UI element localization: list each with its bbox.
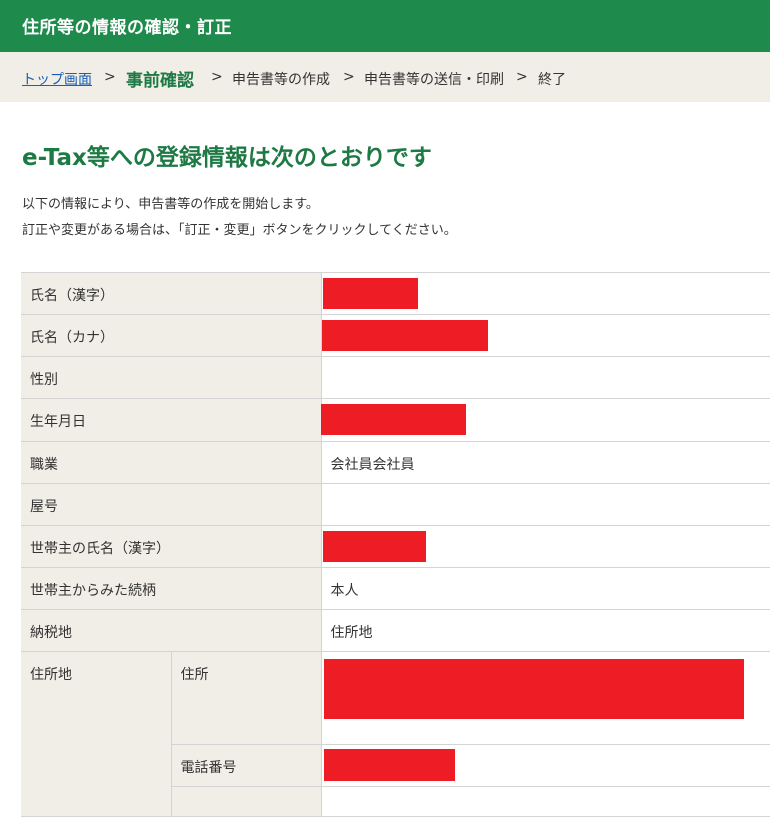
breadcrumb-step-create: 申告書等の作成 (232, 72, 330, 88)
intro-line-1: 以下の情報により、申告書等の作成を開始します。 (22, 197, 319, 212)
breadcrumb-step-finish: 終了 (538, 72, 566, 88)
row-value-tax-place: 住所地 (320, 609, 770, 652)
table-row: 氏名（カナ） (21, 314, 770, 357)
redaction-block (323, 659, 744, 719)
table-row: 住所地 住所 (21, 651, 770, 817)
table-row: 世帯主からみた続柄 本人 (21, 567, 770, 610)
row-label-cut-off (170, 786, 321, 817)
redaction-block (321, 320, 488, 351)
row-value-householder-name (320, 525, 770, 568)
row-value-occupation: 会社員会社員 (320, 441, 770, 484)
row-value-cut-off (320, 786, 770, 817)
row-label-tax-place: 納税地 (21, 609, 321, 652)
row-label-address: 住所 (170, 651, 321, 745)
redaction-block (323, 749, 455, 781)
table-row: 屋号 (21, 483, 770, 526)
breadcrumb-step-send-print: 申告書等の送信・印刷 (364, 72, 504, 88)
header-title: 住所等の情報の確認・訂正 (22, 18, 232, 38)
table-row: 納税地 住所地 (21, 609, 770, 652)
table-row: 世帯主の氏名（漢字） (21, 525, 770, 568)
redaction-block (322, 531, 426, 562)
row-value-gender (320, 356, 770, 399)
redaction-block (320, 404, 466, 435)
table-row: 氏名（漢字） (21, 272, 770, 315)
row-value-name-kana (320, 314, 770, 357)
breadcrumb-top-link[interactable]: トップ画面 (22, 69, 92, 89)
row-label-birthdate: 生年月日 (21, 398, 321, 442)
row-value-name-kanji (320, 272, 770, 315)
table-row: 生年月日 (21, 398, 770, 442)
row-value-birthdate (320, 398, 770, 442)
row-label-phone: 電話番号 (170, 744, 321, 787)
breadcrumb-separator: > (104, 69, 116, 85)
row-label-occupation: 職業 (21, 441, 321, 484)
row-label-address-group: 住所地 (21, 651, 171, 817)
row-value-householder-relation: 本人 (320, 567, 770, 610)
row-value-trade-name (320, 483, 770, 526)
breadcrumb-separator: > (343, 69, 355, 85)
row-label-householder-relation: 世帯主からみた続柄 (21, 567, 321, 610)
breadcrumb-separator: > (211, 69, 223, 85)
breadcrumb-current-step: 事前確認 (126, 71, 194, 91)
row-value-phone (320, 744, 770, 787)
breadcrumb: トップ画面 > 事前確認 > 申告書等の作成 > 申告書等の送信・印刷 > 終了 (0, 52, 770, 102)
row-label-name-kana: 氏名（カナ） (21, 314, 321, 357)
row-label-householder-name: 世帯主の氏名（漢字） (21, 525, 321, 568)
registration-info-table: 氏名（漢字） 氏名（カナ） 性別 生年月日 職業 会社員会社員 屋号 世帯主の氏… (21, 272, 770, 817)
breadcrumb-separator: > (516, 69, 528, 85)
table-row: 職業 会社員会社員 (21, 441, 770, 484)
row-label-trade-name: 屋号 (21, 483, 321, 526)
page-title: e-Tax等への登録情報は次のとおりです (22, 145, 432, 171)
redaction-block (322, 278, 418, 309)
row-value-address (320, 651, 770, 745)
table-row: 性別 (21, 356, 770, 399)
intro-line-2: 訂正や変更がある場合は、「訂正・変更」ボタンをクリックしてください。 (22, 223, 457, 238)
row-label-gender: 性別 (21, 356, 321, 399)
page-header: 住所等の情報の確認・訂正 (0, 0, 770, 52)
row-label-name-kanji: 氏名（漢字） (21, 272, 321, 315)
